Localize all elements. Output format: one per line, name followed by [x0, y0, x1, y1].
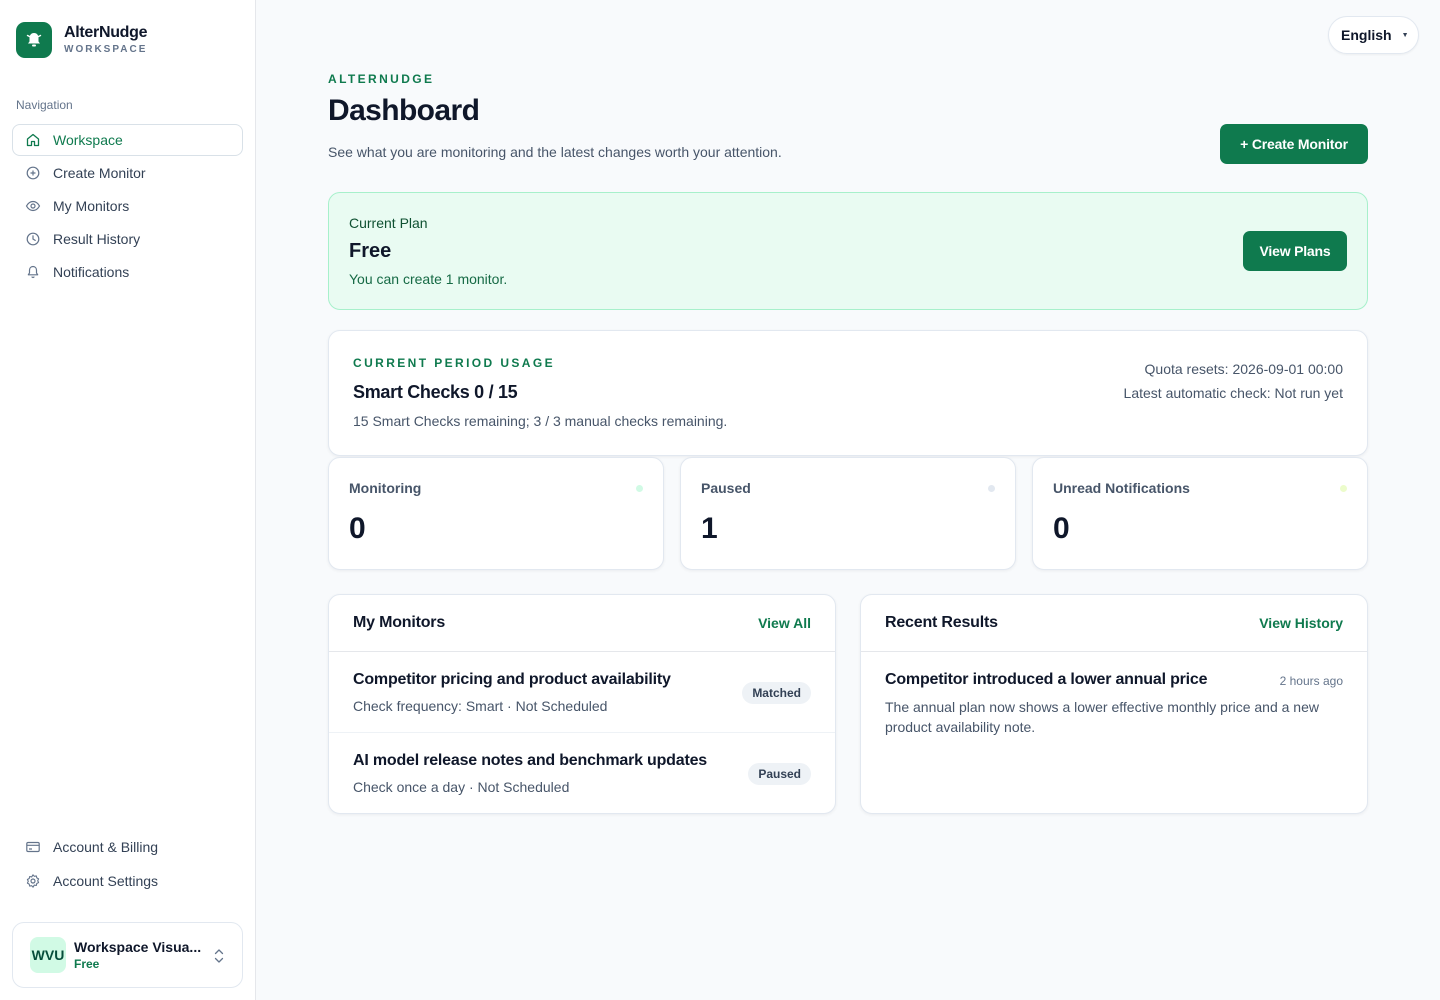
chevron-up-down-icon — [214, 949, 224, 963]
bell-logo-icon — [16, 22, 52, 58]
sidebar-item-label: Workspace — [53, 132, 123, 148]
page-eyebrow: ALTERNUDGE — [328, 72, 435, 86]
sidebar-item-label: Account & Billing — [53, 838, 159, 855]
sidebar-item-label: Notifications — [53, 264, 130, 280]
view-all-link[interactable]: View All — [758, 615, 811, 631]
sidebar-item-create-monitor[interactable]: Create Monitor — [12, 157, 243, 189]
language-value: English — [1341, 27, 1392, 43]
stat-label: Monitoring — [349, 480, 422, 496]
stat-card-paused: Paused 1 — [680, 457, 1016, 570]
workspace-name: Workspace Visua... — [74, 939, 202, 955]
page-subtitle: See what you are monitoring and the late… — [328, 144, 782, 160]
plus-circle-icon — [26, 166, 40, 180]
stat-value: 0 — [1053, 512, 1070, 545]
plan-label: Current Plan — [349, 215, 428, 231]
stat-value: 0 — [349, 512, 366, 545]
brand[interactable]: AlterNudge WORKSPACE — [16, 22, 148, 58]
latest-check: Latest automatic check: Not run yet — [1123, 385, 1343, 401]
bell-icon — [27, 265, 39, 279]
page-title: Dashboard — [328, 94, 480, 127]
sidebar-item-account-settings[interactable]: Account Settings — [12, 864, 243, 897]
monitor-title: AI model release notes and benchmark upd… — [353, 752, 707, 769]
bottom-nav: Account & Billing Account Settings — [12, 830, 243, 898]
result-time: 2 hours ago — [1279, 674, 1343, 688]
status-dot — [636, 485, 643, 492]
usage-eyebrow: CURRENT PERIOD USAGE — [353, 356, 556, 370]
view-plans-button[interactable]: View Plans — [1243, 231, 1347, 271]
caret-down-icon: ▼ — [1401, 31, 1409, 39]
sidebar-item-result-history[interactable]: Result History — [12, 223, 243, 255]
status-dot — [988, 485, 995, 492]
result-title: Competitor introduced a lower annual pri… — [885, 671, 1208, 688]
clock-icon — [26, 232, 40, 246]
status-dot — [1340, 485, 1347, 492]
sidebar-item-my-monitors[interactable]: My Monitors — [12, 190, 243, 222]
plan-name: Free — [349, 240, 392, 262]
sidebar-item-label: Create Monitor — [53, 165, 146, 181]
sidebar-item-notifications[interactable]: Notifications — [12, 256, 243, 288]
nav-label: Navigation — [16, 98, 73, 112]
plan-description: You can create 1 monitor. — [349, 271, 508, 287]
recent-results-panel: Recent Results View History Competitor i… — [860, 594, 1368, 814]
eye-icon — [25, 200, 41, 212]
quota-reset: Quota resets: 2026-09-01 00:00 — [1144, 361, 1343, 377]
list-item[interactable]: Competitor pricing and product availabil… — [329, 652, 835, 733]
gear-icon — [26, 873, 40, 888]
status-badge: Matched — [742, 682, 811, 704]
main-nav: Workspace Create Monitor My Monitors Res… — [12, 124, 243, 289]
sidebar-item-label: Result History — [53, 231, 141, 247]
monitor-subtitle: Check frequency: Smart · Not Scheduled — [353, 698, 608, 714]
status-badge: Paused — [748, 763, 811, 785]
monitor-title: Competitor pricing and product availabil… — [353, 671, 671, 688]
stat-card-monitoring: Monitoring 0 — [328, 457, 664, 570]
home-icon — [26, 133, 40, 147]
avatar: WVU — [30, 937, 66, 973]
usage-description: 15 Smart Checks remaining; 3 / 3 manual … — [353, 413, 728, 429]
panel-title: Recent Results — [885, 614, 998, 631]
panel-title: My Monitors — [353, 614, 446, 631]
stat-card-unread-notifications: Unread Notifications 0 — [1032, 457, 1368, 570]
sidebar: AlterNudge WORKSPACE Navigation Workspac… — [0, 0, 256, 1000]
view-history-link[interactable]: View History — [1259, 615, 1343, 631]
create-monitor-button[interactable]: + Create Monitor — [1220, 124, 1368, 164]
workspace-plan: Free — [74, 957, 100, 971]
sidebar-item-account-billing[interactable]: Account & Billing — [12, 830, 243, 863]
current-plan-card: Current Plan Free You can create 1 monit… — [328, 192, 1368, 310]
sidebar-item-workspace[interactable]: Workspace — [12, 124, 243, 156]
usage-card: CURRENT PERIOD USAGE Smart Checks 0 / 15… — [328, 330, 1368, 456]
sidebar-item-label: My Monitors — [53, 198, 130, 214]
brand-name: AlterNudge — [64, 24, 148, 41]
monitor-subtitle: Check once a day · Not Scheduled — [353, 779, 570, 795]
workspace-switcher[interactable]: WVU Workspace Visua... Free — [12, 922, 243, 988]
my-monitors-panel: My Monitors View All Competitor pricing … — [328, 594, 836, 814]
brand-sub: WORKSPACE — [64, 44, 148, 55]
language-select[interactable]: English ▼ — [1328, 16, 1419, 54]
credit-card-icon — [26, 841, 40, 852]
stat-label: Unread Notifications — [1053, 480, 1190, 496]
stat-label: Paused — [701, 480, 751, 496]
list-item[interactable]: AI model release notes and benchmark upd… — [329, 733, 835, 813]
sidebar-item-label: Account Settings — [53, 872, 159, 889]
result-description: The annual plan now shows a lower effect… — [885, 699, 1319, 735]
stat-value: 1 — [701, 512, 718, 545]
usage-title: Smart Checks 0 / 15 — [353, 382, 518, 402]
